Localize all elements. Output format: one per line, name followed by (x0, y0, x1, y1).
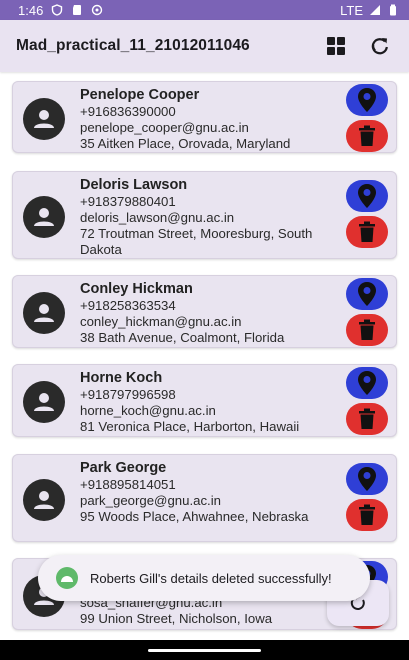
contact-address: 99 Union Street, Nicholson, Iowa (80, 611, 273, 626)
contact-phone: +918379880401 (80, 194, 176, 209)
delete-button[interactable] (346, 314, 388, 346)
status-bar: 1:46 LTE (0, 0, 409, 20)
contact-info: Penelope Cooper +916836390000 penelope_c… (80, 86, 320, 152)
trash-icon (359, 319, 375, 340)
delete-button[interactable] (346, 403, 388, 435)
contact-name: Horne Koch (80, 370, 163, 386)
delete-button[interactable] (346, 120, 388, 152)
trash-icon (359, 408, 375, 429)
contact-address: 72 Troutman Street, Mooresburg, South Da… (80, 226, 313, 257)
app-bar: Mad_practical_11_21012011046 (0, 20, 409, 72)
location-pin-icon (358, 467, 376, 491)
person-icon (23, 381, 65, 423)
contact-name: Park George (80, 460, 167, 476)
contact-info: Deloris Lawson +918379880401 deloris_law… (80, 176, 320, 258)
location-button[interactable] (346, 278, 388, 310)
contact-phone: +916836390000 (80, 104, 176, 119)
location-pin-icon (358, 282, 376, 306)
contact-card[interactable]: Penelope Cooper +916836390000 penelope_c… (12, 81, 397, 153)
location-pin-icon (358, 184, 376, 208)
contact-card[interactable]: Horne Koch +918797996598 horne_koch@gnu.… (12, 364, 397, 437)
contact-email: conley_hickman@gnu.ac.in (80, 314, 242, 329)
location-pin-icon (358, 371, 376, 395)
contact-phone: +918258363534 (80, 298, 176, 313)
contact-email: horne_koch@gnu.ac.in (80, 403, 216, 418)
sd-card-icon (71, 4, 83, 16)
person-icon (23, 196, 65, 238)
battery-icon (387, 4, 399, 16)
grid-icon[interactable] (325, 35, 347, 57)
refresh-icon[interactable] (369, 35, 391, 57)
status-time: 1:46 (18, 2, 44, 18)
network-type: LTE (340, 2, 363, 18)
person-icon (23, 98, 65, 140)
trash-icon (359, 221, 375, 242)
location-button[interactable] (346, 84, 388, 116)
delete-button[interactable] (346, 499, 388, 531)
contact-address: 95 Woods Place, Ahwahnee, Nebraska (80, 509, 309, 524)
android-icon (56, 567, 78, 589)
location-button[interactable] (346, 367, 388, 399)
app-title: Mad_practical_11_21012011046 (16, 37, 250, 54)
contact-card[interactable]: Park George +918895814051 park_george@gn… (12, 454, 397, 542)
home-handle[interactable] (148, 649, 261, 652)
contact-card[interactable]: Deloris Lawson +918379880401 deloris_law… (12, 171, 397, 259)
contact-info: Conley Hickman +918258363534 conley_hick… (80, 280, 320, 346)
location-button[interactable] (346, 463, 388, 495)
shield-icon (51, 4, 63, 16)
delete-button[interactable] (346, 216, 388, 248)
contact-phone: +918797996598 (80, 387, 176, 402)
contact-name: Conley Hickman (80, 281, 193, 297)
contact-name: Deloris Lawson (80, 177, 188, 193)
contact-info: Horne Koch +918797996598 horne_koch@gnu.… (80, 369, 320, 435)
trash-icon (359, 125, 375, 146)
toast-message: Roberts Gill's details deleted successfu… (38, 555, 370, 601)
person-icon (23, 479, 65, 521)
contact-email: penelope_cooper@gnu.ac.in (80, 120, 249, 135)
location-pin-icon (358, 88, 376, 112)
trash-icon (359, 504, 375, 525)
contact-name: Penelope Cooper (80, 87, 200, 103)
sync-icon (91, 4, 103, 16)
contact-address: 38 Bath Avenue, Coalmont, Florida (80, 330, 285, 345)
contact-address: 81 Veronica Place, Harborton, Hawaii (80, 419, 300, 434)
contact-phone: +918895814051 (80, 477, 176, 492)
signal-icon (369, 4, 381, 16)
contact-email: deloris_lawson@gnu.ac.in (80, 210, 235, 225)
contact-card[interactable]: Conley Hickman +918258363534 conley_hick… (12, 275, 397, 348)
location-button[interactable] (346, 180, 388, 212)
contact-info: Park George +918895814051 park_george@gn… (80, 459, 320, 525)
toast-text: Roberts Gill's details deleted successfu… (90, 570, 332, 586)
person-icon (23, 292, 65, 334)
navigation-bar (0, 640, 409, 660)
contact-address: 35 Aitken Place, Orovada, Maryland (80, 136, 291, 151)
contact-email: park_george@gnu.ac.in (80, 493, 221, 508)
